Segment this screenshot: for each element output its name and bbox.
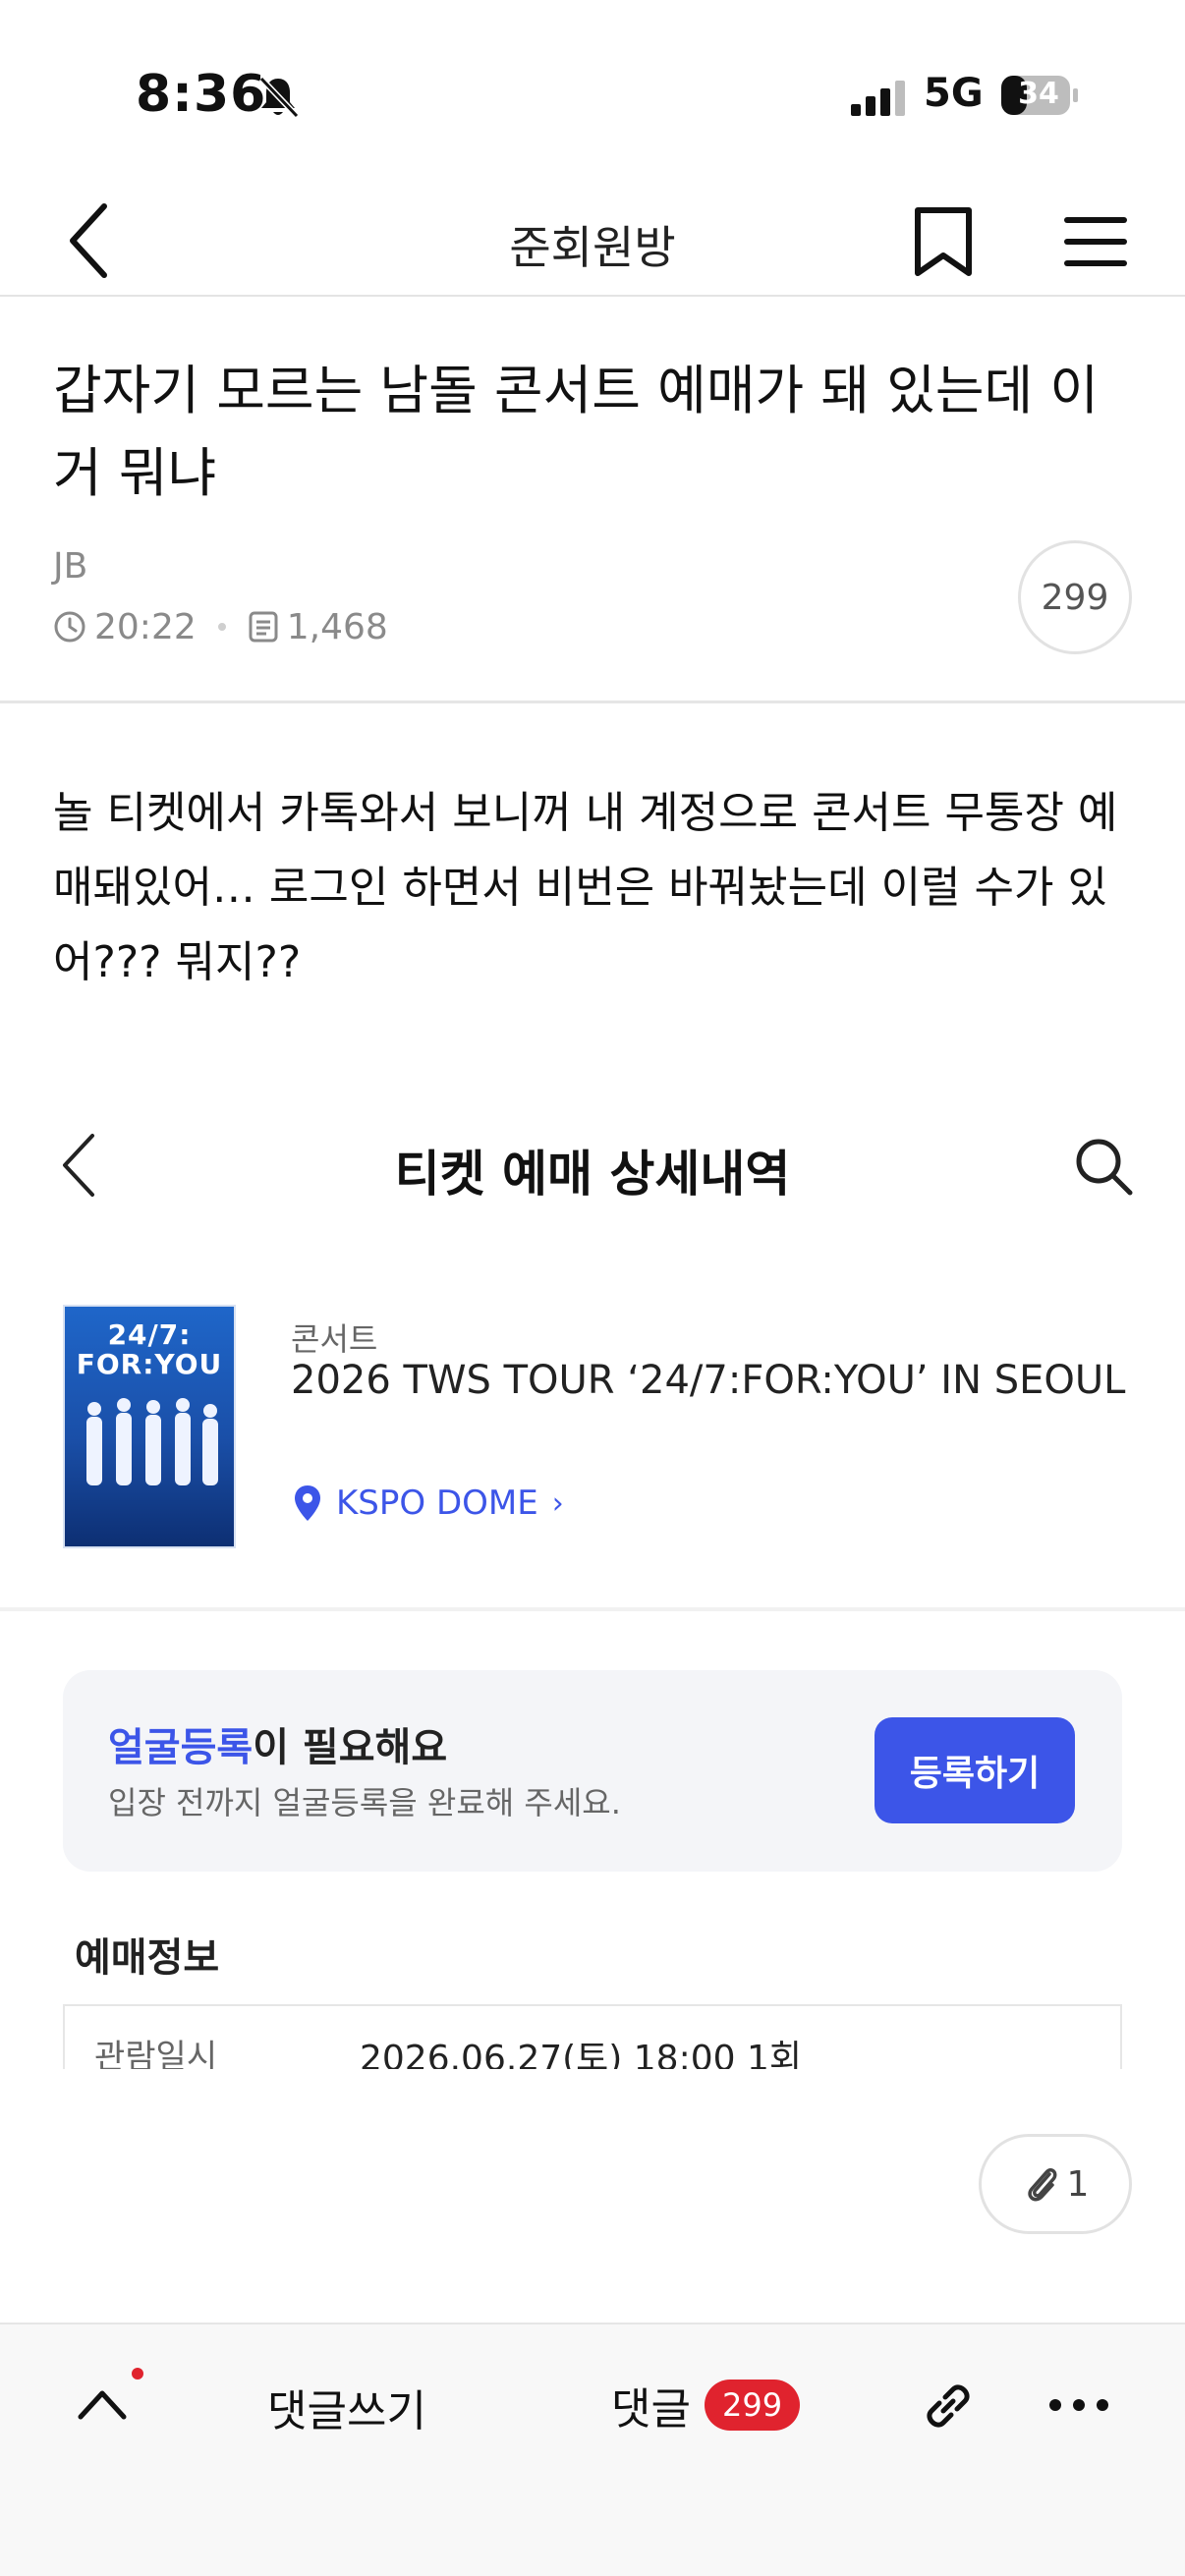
network-label: 5G [924,71,984,116]
signal-icon [851,81,905,116]
venue-name: KSPO DOME [336,1484,538,1523]
clock-icon [54,611,85,643]
link-icon[interactable] [916,2374,981,2438]
comment-count-button[interactable]: 299 [1018,540,1132,654]
face-registration-card: 얼굴등록이 필요해요 입장 전까지 얼굴등록을 완료해 주세요. 등록하기 [63,1670,1122,1872]
battery-level: 34 [1018,77,1059,111]
document-icon [249,611,278,643]
menu-icon[interactable] [1061,202,1130,281]
poster-line-2: FOR:YOU [76,1348,223,1380]
venue-link: KSPO DOME › [293,1484,564,1523]
status-time: 8:36 [136,65,267,124]
paperclip-icon [1027,2167,1056,2202]
comments-count-badge: 299 [704,2380,801,2431]
comments-label: 댓글 [611,2384,691,2435]
write-comment-button[interactable]: 댓글쓰기 [267,2376,426,2438]
post-time-text: 20:22 [94,606,197,647]
bookmark-icon[interactable] [904,202,983,281]
post-title: 갑자기 모르는 남돌 콘서트 예매가 돼 있는데 이거 뭐냐 [53,360,1100,504]
post-meta: 20:22 1,468 [53,605,388,648]
more-icon[interactable] [1047,2395,1110,2415]
author-name[interactable]: JB [53,546,87,587]
attachment-count: 1 [1066,2163,1090,2205]
viewing-date-label: 관람일시 [94,2038,218,2069]
location-pin-icon [295,1485,320,1521]
event-name: 2026 TWS TOUR ‘24/7:FOR:YOU’ IN SEOUL [291,1358,1126,1403]
concert-poster: 24/7: FOR:YOU [63,1305,236,1548]
poster-line-1: 24/7: [107,1318,192,1351]
nav-header: 준회원방 [0,187,1185,297]
chevron-up-icon[interactable] [75,2381,130,2427]
embedded-separator [0,1607,1185,1611]
embedded-screenshot: 티켓 예매 상세내역 24/7: FOR:YOU 콘서트 2026 TWS TO… [0,1061,1185,2069]
booking-info-heading: 예매정보 [75,1935,220,1981]
attachment-button[interactable]: 1 [979,2134,1132,2234]
face-registration-subtitle: 입장 전까지 얼굴등록을 완료해 주세요. [108,1784,621,1821]
meta-separator [217,623,226,631]
search-icon [1076,1139,1133,1196]
post-body: 놀 티켓에서 카톡와서 보니꺼 내 계정으로 콘서트 무통장 예매돼있어… 로그… [53,788,1118,987]
header-divider [0,700,1185,703]
embedded-title: 티켓 예매 상세내역 [394,1146,791,1203]
face-registration-rest: 이 필요해요 [253,1725,448,1770]
notification-dot [132,2368,143,2380]
post-views: 1,468 [248,607,388,647]
post-time: 20:22 [53,607,197,647]
viewing-date-value: 2026.06.27(토) 18:00 1회 [360,2039,802,2069]
poster-figures [86,1398,218,1485]
status-bar: 8:36 5G 34 [0,0,1185,187]
bottom-bar: 댓글쓰기 댓글 299 [0,2323,1185,2576]
face-registration-title: 얼굴등록이 필요해요 [108,1715,447,1772]
register-button: 등록하기 [875,1717,1075,1823]
face-registration-highlight: 얼굴등록 [108,1725,254,1770]
bell-off-icon [258,76,300,119]
booking-info-table: 관람일시 2026.06.27(토) 18:00 1회 [63,2004,1122,2069]
board-title: 준회원방 [509,221,676,274]
comments-button[interactable]: 댓글 299 [611,2374,801,2436]
venue-chevron-icon: › [551,1485,564,1521]
post-views-text: 1,468 [286,606,388,647]
